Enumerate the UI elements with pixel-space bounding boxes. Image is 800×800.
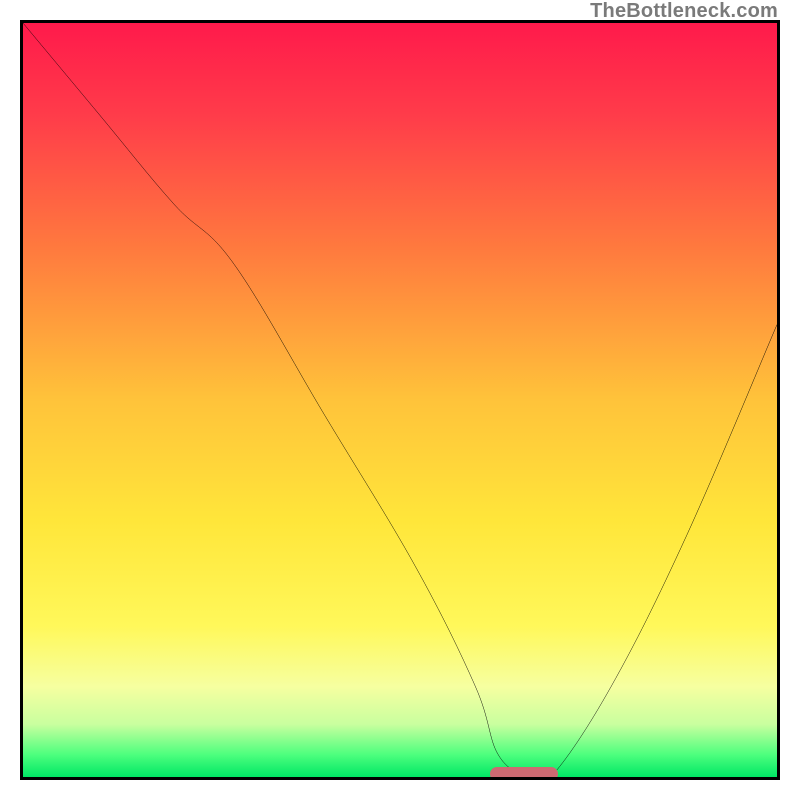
optimal-range-marker [490,767,558,780]
plot-area [20,20,780,780]
chart-frame: TheBottleneck.com [0,0,800,800]
bottleneck-curve [23,23,777,777]
